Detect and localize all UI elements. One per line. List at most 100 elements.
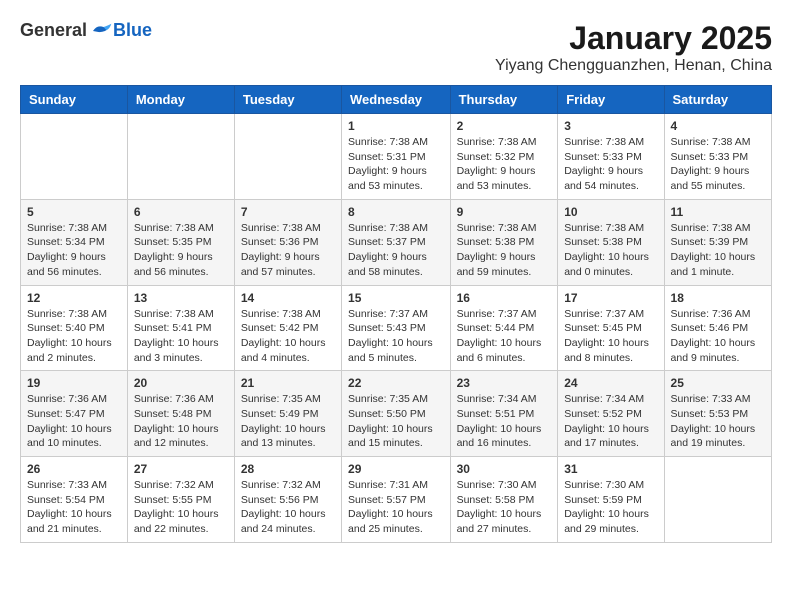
calendar-cell: 24 Sunrise: 7:34 AM Sunset: 5:52 PM Dayli… (558, 371, 664, 457)
calendar-week-row: 19Sunrise: 7:36 AM Sunset: 5:47 PM Dayli… (21, 371, 772, 457)
day-number: 6 (134, 205, 228, 219)
calendar-cell: 11 Sunrise: 7:38 AM Sunset: 5:39 PM Dayli… (664, 199, 771, 285)
calendar-cell: 29 Sunrise: 7:31 AM Sunset: 5:57 PM Dayli… (342, 457, 451, 543)
calendar-cell: 18 Sunrise: 7:36 AM Sunset: 5:46 PM Dayli… (664, 285, 771, 371)
day-info: Sunrise: 7:30 AM Sunset: 5:59 PM Dayligh… (564, 478, 657, 537)
day-info: Sunrise: 7:38 AM Sunset: 5:35 PM Dayligh… (134, 221, 228, 280)
calendar-cell: 31 Sunrise: 7:30 AM Sunset: 5:59 PM Dayli… (558, 457, 664, 543)
day-info: Sunrise: 7:31 AM Sunset: 5:57 PM Dayligh… (348, 478, 444, 537)
day-number: 15 (348, 291, 444, 305)
calendar-cell (127, 114, 234, 200)
day-number: 26 (27, 462, 121, 476)
calendar-cell: 15Sunrise: 7:37 AM Sunset: 5:43 PM Dayli… (342, 285, 451, 371)
day-number: 8 (348, 205, 444, 219)
month-title: January 2025 (495, 20, 772, 57)
calendar-cell: 7 Sunrise: 7:38 AM Sunset: 5:36 PM Daylig… (234, 199, 341, 285)
logo-general-text: General (20, 20, 87, 41)
day-number: 13 (134, 291, 228, 305)
day-number: 30 (457, 462, 552, 476)
calendar-week-row: 5 Sunrise: 7:38 AM Sunset: 5:34 PM Daylig… (21, 199, 772, 285)
day-info: Sunrise: 7:34 AM Sunset: 5:52 PM Dayligh… (564, 392, 657, 451)
day-number: 19 (27, 376, 121, 390)
day-number: 3 (564, 119, 657, 133)
calendar-cell (21, 114, 128, 200)
calendar-cell: 8 Sunrise: 7:38 AM Sunset: 5:37 PM Daylig… (342, 199, 451, 285)
calendar-cell: 21 Sunrise: 7:35 AM Sunset: 5:49 PM Dayli… (234, 371, 341, 457)
day-info: Sunrise: 7:38 AM Sunset: 5:39 PM Dayligh… (671, 221, 765, 280)
day-info: Sunrise: 7:32 AM Sunset: 5:56 PM Dayligh… (241, 478, 335, 537)
day-number: 24 (564, 376, 657, 390)
day-info: Sunrise: 7:38 AM Sunset: 5:34 PM Dayligh… (27, 221, 121, 280)
calendar-cell: 26Sunrise: 7:33 AM Sunset: 5:54 PM Dayli… (21, 457, 128, 543)
day-number: 28 (241, 462, 335, 476)
day-number: 31 (564, 462, 657, 476)
day-number: 9 (457, 205, 552, 219)
day-info: Sunrise: 7:37 AM Sunset: 5:45 PM Dayligh… (564, 307, 657, 366)
calendar-week-row: 12Sunrise: 7:38 AM Sunset: 5:40 PM Dayli… (21, 285, 772, 371)
calendar-cell: 10 Sunrise: 7:38 AM Sunset: 5:38 PM Dayli… (558, 199, 664, 285)
day-number: 11 (671, 205, 765, 219)
calendar-week-row: 26Sunrise: 7:33 AM Sunset: 5:54 PM Dayli… (21, 457, 772, 543)
day-number: 16 (457, 291, 552, 305)
calendar-week-row: 1 Sunrise: 7:38 AM Sunset: 5:31 PM Daylig… (21, 114, 772, 200)
day-number: 1 (348, 119, 444, 133)
day-number: 22 (348, 376, 444, 390)
day-info: Sunrise: 7:38 AM Sunset: 5:41 PM Dayligh… (134, 307, 228, 366)
day-number: 29 (348, 462, 444, 476)
day-info: Sunrise: 7:36 AM Sunset: 5:46 PM Dayligh… (671, 307, 765, 366)
title-block: January 2025 Yiyang Chengguanzhen, Henan… (495, 20, 772, 75)
day-number: 12 (27, 291, 121, 305)
calendar-header-row: SundayMondayTuesdayWednesdayThursdayFrid… (21, 86, 772, 114)
day-number: 10 (564, 205, 657, 219)
calendar-table: SundayMondayTuesdayWednesdayThursdayFrid… (20, 85, 772, 543)
day-info: Sunrise: 7:36 AM Sunset: 5:48 PM Dayligh… (134, 392, 228, 451)
day-number: 7 (241, 205, 335, 219)
calendar-cell: 3 Sunrise: 7:38 AM Sunset: 5:33 PM Daylig… (558, 114, 664, 200)
calendar-cell: 22Sunrise: 7:35 AM Sunset: 5:50 PM Dayli… (342, 371, 451, 457)
day-info: Sunrise: 7:37 AM Sunset: 5:44 PM Dayligh… (457, 307, 552, 366)
calendar-cell: 4Sunrise: 7:38 AM Sunset: 5:33 PM Daylig… (664, 114, 771, 200)
day-number: 23 (457, 376, 552, 390)
calendar-cell: 1 Sunrise: 7:38 AM Sunset: 5:31 PM Daylig… (342, 114, 451, 200)
day-info: Sunrise: 7:38 AM Sunset: 5:31 PM Dayligh… (348, 135, 444, 194)
calendar-day-header: Sunday (21, 86, 128, 114)
day-number: 27 (134, 462, 228, 476)
calendar-day-header: Tuesday (234, 86, 341, 114)
day-info: Sunrise: 7:38 AM Sunset: 5:36 PM Dayligh… (241, 221, 335, 280)
day-info: Sunrise: 7:38 AM Sunset: 5:37 PM Dayligh… (348, 221, 444, 280)
logo: General Blue (20, 20, 152, 41)
calendar-cell: 23 Sunrise: 7:34 AM Sunset: 5:51 PM Dayli… (450, 371, 558, 457)
page-header: General Blue January 2025 Yiyang Chenggu… (20, 20, 772, 75)
location: Yiyang Chengguanzhen, Henan, China (495, 57, 772, 75)
day-info: Sunrise: 7:38 AM Sunset: 5:42 PM Dayligh… (241, 307, 335, 366)
day-number: 14 (241, 291, 335, 305)
calendar-cell: 2Sunrise: 7:38 AM Sunset: 5:32 PM Daylig… (450, 114, 558, 200)
day-info: Sunrise: 7:38 AM Sunset: 5:33 PM Dayligh… (671, 135, 765, 194)
calendar-cell: 19Sunrise: 7:36 AM Sunset: 5:47 PM Dayli… (21, 371, 128, 457)
day-number: 21 (241, 376, 335, 390)
day-info: Sunrise: 7:35 AM Sunset: 5:49 PM Dayligh… (241, 392, 335, 451)
day-info: Sunrise: 7:38 AM Sunset: 5:33 PM Dayligh… (564, 135, 657, 194)
calendar-cell: 25 Sunrise: 7:33 AM Sunset: 5:53 PM Dayli… (664, 371, 771, 457)
day-info: Sunrise: 7:34 AM Sunset: 5:51 PM Dayligh… (457, 392, 552, 451)
day-number: 18 (671, 291, 765, 305)
logo-blue-text: Blue (113, 20, 152, 41)
day-number: 5 (27, 205, 121, 219)
calendar-cell: 5 Sunrise: 7:38 AM Sunset: 5:34 PM Daylig… (21, 199, 128, 285)
calendar-cell: 27Sunrise: 7:32 AM Sunset: 5:55 PM Dayli… (127, 457, 234, 543)
day-info: Sunrise: 7:38 AM Sunset: 5:38 PM Dayligh… (564, 221, 657, 280)
day-number: 25 (671, 376, 765, 390)
calendar-cell: 17 Sunrise: 7:37 AM Sunset: 5:45 PM Dayli… (558, 285, 664, 371)
calendar-cell: 9 Sunrise: 7:38 AM Sunset: 5:38 PM Daylig… (450, 199, 558, 285)
day-number: 17 (564, 291, 657, 305)
calendar-day-header: Thursday (450, 86, 558, 114)
calendar-cell: 30Sunrise: 7:30 AM Sunset: 5:58 PM Dayli… (450, 457, 558, 543)
day-info: Sunrise: 7:38 AM Sunset: 5:38 PM Dayligh… (457, 221, 552, 280)
logo-bird-icon (89, 22, 113, 40)
calendar-day-header: Monday (127, 86, 234, 114)
calendar-day-header: Saturday (664, 86, 771, 114)
calendar-cell: 20Sunrise: 7:36 AM Sunset: 5:48 PM Dayli… (127, 371, 234, 457)
calendar-cell: 13 Sunrise: 7:38 AM Sunset: 5:41 PM Dayli… (127, 285, 234, 371)
calendar-cell: 28 Sunrise: 7:32 AM Sunset: 5:56 PM Dayli… (234, 457, 341, 543)
day-info: Sunrise: 7:33 AM Sunset: 5:53 PM Dayligh… (671, 392, 765, 451)
